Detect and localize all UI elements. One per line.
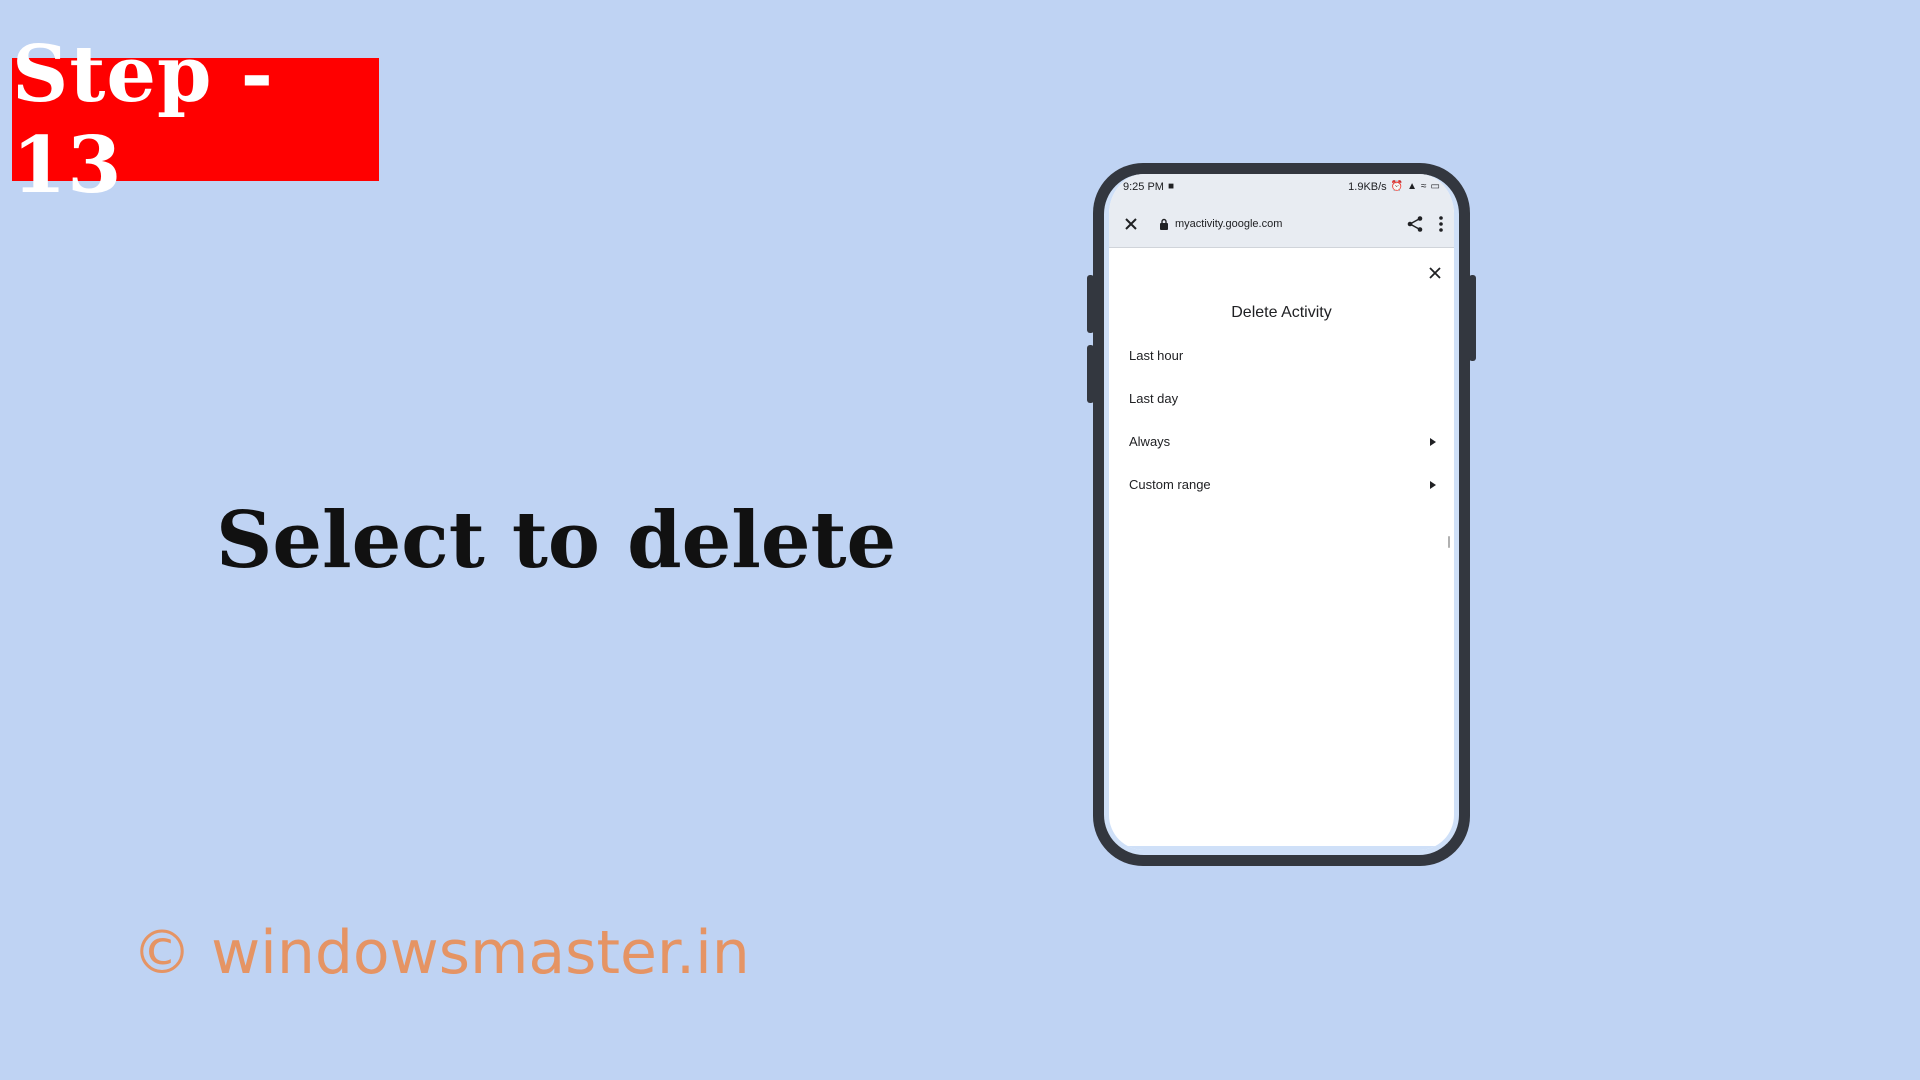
status-bar: 9:25 PM ■ 1.9KB/s ⏰ ▲ ≈ ▭ (1109, 174, 1454, 200)
menu-item-last-day[interactable]: Last day (1109, 377, 1454, 420)
menu-item-label: Last day (1129, 391, 1179, 406)
menu-item-last-hour[interactable]: Last hour (1109, 334, 1454, 377)
scrollbar-thumb[interactable] (1448, 536, 1450, 548)
power-button (1469, 275, 1476, 361)
lock-icon (1160, 218, 1168, 230)
step-badge: Step - 13 (12, 29, 379, 211)
step-badge-label: Step - 13 (12, 28, 275, 211)
signal-icon: ▲ (1407, 181, 1418, 192)
chevron-right-icon (1428, 437, 1438, 447)
menu-item-always[interactable]: Always (1109, 420, 1454, 463)
status-time: 9:25 PM (1123, 181, 1164, 193)
dialog-close-icon[interactable] (1424, 262, 1446, 284)
url-field[interactable]: myactivity.google.com (1159, 218, 1406, 230)
volume-down-button (1087, 345, 1094, 403)
menu-item-label: Always (1129, 434, 1171, 449)
more-options-icon[interactable] (1438, 215, 1444, 233)
menu-item-label: Custom range (1129, 477, 1211, 492)
phone-frame: 9:25 PM ■ 1.9KB/s ⏰ ▲ ≈ ▭ myactivity.goo… (1087, 163, 1476, 866)
battery-icon: ▭ (1430, 181, 1440, 192)
watermark: © windowsmaster.in (132, 918, 750, 988)
dialog-title: Delete Activity (1231, 304, 1332, 321)
url-text: myactivity.google.com (1175, 217, 1283, 230)
alarm-icon: ⏰ (1390, 181, 1404, 192)
close-tab-icon[interactable] (1119, 212, 1143, 236)
menu-item-custom-range[interactable]: Custom range (1109, 463, 1454, 506)
browser-toolbar: myactivity.google.com (1109, 200, 1454, 248)
chevron-right-icon (1428, 480, 1438, 490)
delete-options-menu: Last hour Last day Always Custom range (1109, 334, 1454, 506)
share-icon[interactable] (1406, 215, 1424, 233)
wifi-icon: ≈ (1421, 181, 1427, 192)
home-indicator (1109, 846, 1454, 850)
network-speed: 1.9KB/s (1348, 181, 1387, 193)
menu-item-label: Last hour (1129, 348, 1184, 363)
headline: Select to delete (216, 495, 897, 586)
phone-screen: 9:25 PM ■ 1.9KB/s ⏰ ▲ ≈ ▭ myactivity.goo… (1104, 174, 1459, 855)
video-record-icon: ■ (1167, 181, 1175, 192)
volume-up-button (1087, 275, 1094, 333)
